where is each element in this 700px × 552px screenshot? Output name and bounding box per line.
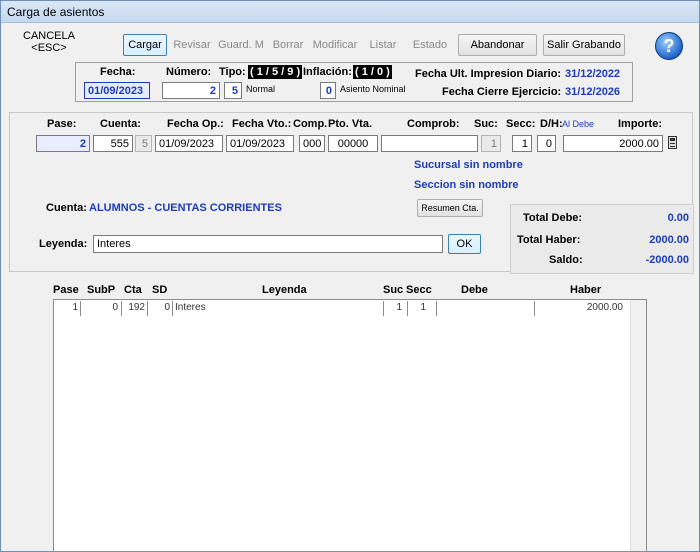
col-header-sd: SD [152,284,168,296]
importe-field[interactable]: 2000.00 [563,135,663,152]
sucursal-text: Sucursal sin nombre [414,159,523,171]
saldo-label: Saldo: [549,254,583,266]
cell-leyenda: Interes [175,302,206,313]
esc-label: <ESC> [31,42,67,54]
col-header-cta: Cta [124,284,142,296]
total-debe-label: Total Debe: [523,212,583,224]
entry-panel: Pase: Cuenta: Fecha Op.: Fecha Vto.: Com… [9,112,694,274]
cell-subp: 0 [112,302,118,313]
secc-field[interactable]: 1 [512,135,532,152]
subcuenta-field[interactable]: 5 [135,135,152,152]
ult-impresion-label: Fecha Ult. Impresion Diario: [415,68,562,80]
cell-haber: 2000.00 [586,302,623,313]
inflacion-desc: Asiento Nominal [340,84,406,94]
cuenta-name: ALUMNOS - CUENTAS CORRIENTES [89,202,282,214]
fecha-vto-field[interactable]: 01/09/2023 [226,135,294,152]
numero-label: Número: [166,66,212,78]
revisar-button[interactable]: Revisar [171,34,213,56]
pto-vta-label: Pto. Vta. [328,118,373,130]
main-window: Carga de asientos CANCELA <ESC> Cargar R… [0,0,700,552]
total-debe-value: 0.00 [667,212,689,224]
cancel-esc-label[interactable]: CANCELA <ESC> [19,30,79,54]
col-header-suc: Suc [383,284,404,296]
fecha-label: Fecha: [100,66,136,78]
fecha-vto-label: Fecha Vto.: [232,118,292,130]
leyenda-field[interactable]: Interes [93,235,443,253]
window-title: Carga de asientos [7,5,105,19]
cuenta-label: Cuenta: [100,118,141,130]
inflacion-label: Inflación: [303,66,352,78]
abandonar-button[interactable]: Abandonar [458,34,537,56]
secc-label: Secc: [506,118,536,130]
tipo-label: Tipo: [219,66,246,78]
dh-value: Al Debe [562,119,595,129]
header-panel: Fecha: 01/09/2023 Número: 2 Tipo: ( 1 / … [75,62,633,102]
dh-label: D/H: [540,118,563,130]
importe-label: Importe: [618,118,662,130]
resumen-cta-button[interactable]: Resumen Cta. [417,199,483,217]
cargar-button[interactable]: Cargar [123,34,167,56]
fecha-op-label: Fecha Op.: [167,118,224,130]
table-row[interactable]: 1 0 192 0 Interes 1 1 2000.00 [54,300,631,317]
dh-field[interactable]: 0 [537,135,556,152]
ok-button[interactable]: OK [448,234,481,254]
pase-field[interactable]: 2 [36,135,90,152]
comprob-label: Comprob: [407,118,460,130]
comp-label: Comp. [293,118,328,130]
col-header-secc: Secc [406,284,432,296]
tipo-desc: Normal [246,84,276,94]
suc-label: Suc: [474,118,498,130]
cell-cta: 192 [128,302,145,313]
inflacion-field[interactable]: 0 [320,82,336,99]
cell-secc: 1 [420,302,426,313]
cell-suc: 1 [396,302,402,313]
comprob-field[interactable] [381,135,478,152]
cancel-label: CANCELA [23,30,75,42]
fecha-field[interactable]: 01/09/2023 [84,82,150,99]
client-area: CANCELA <ESC> Cargar Revisar Guard. M Bo… [1,24,699,552]
cell-pase: 1 [72,302,78,313]
cell-debe [440,302,530,316]
help-icon[interactable]: ? [655,32,683,60]
col-header-pase: Pase [53,284,79,296]
col-header-debe: Debe [461,284,488,296]
cell-sd: 0 [164,302,170,313]
totals-panel: Total Debe: 0.00 Total Haber: 2000.00 Sa… [510,204,694,274]
saldo-value: -2000.00 [645,254,689,266]
ult-impresion-value: 31/12/2022 [565,68,621,80]
cuenta-name-label: Cuenta: [46,202,87,214]
col-header-haber: Haber [570,284,602,296]
col-header-subp: SubP [87,284,116,296]
seccion-text: Seccion sin nombre [414,179,519,191]
estado-button[interactable]: Estado [409,34,451,56]
cierre-label: Fecha Cierre Ejercicio: [442,86,562,98]
calculator-icon[interactable] [668,136,677,149]
fecha-op-field[interactable]: 01/09/2023 [155,135,223,152]
comp-field[interactable]: 000 [299,135,325,152]
pto-vta-field[interactable]: 00000 [328,135,378,152]
suc-field[interactable]: 1 [481,135,501,152]
salir-grabando-button[interactable]: Salir Grabando [543,34,625,56]
modificar-button[interactable]: Modificar [311,34,359,56]
cierre-value: 31/12/2026 [565,86,621,98]
leyenda-label: Leyenda: [39,238,88,250]
title-bar[interactable]: Carga de asientos [1,1,699,23]
cuenta-field[interactable]: 555 [93,135,133,152]
inflacion-badge: ( 1 / 0 ) [353,65,392,79]
listar-button[interactable]: Listar [363,34,403,56]
tipo-field[interactable]: 5 [224,82,242,99]
total-haber-label: Total Haber: [517,234,581,246]
numero-field[interactable]: 2 [162,82,220,99]
guardar-m-button[interactable]: Guard. M [217,34,265,56]
tipo-badge: ( 1 / 5 / 9 ) [248,65,303,79]
pase-label: Pase: [47,118,77,130]
asientos-grid[interactable]: 1 0 192 0 Interes 1 1 2000.00 [53,299,647,552]
total-haber-value: 2000.00 [649,234,689,246]
borrar-button[interactable]: Borrar [269,34,307,56]
grid-vertical-scrollbar[interactable] [630,300,646,551]
col-header-leyenda: Leyenda [262,284,307,296]
